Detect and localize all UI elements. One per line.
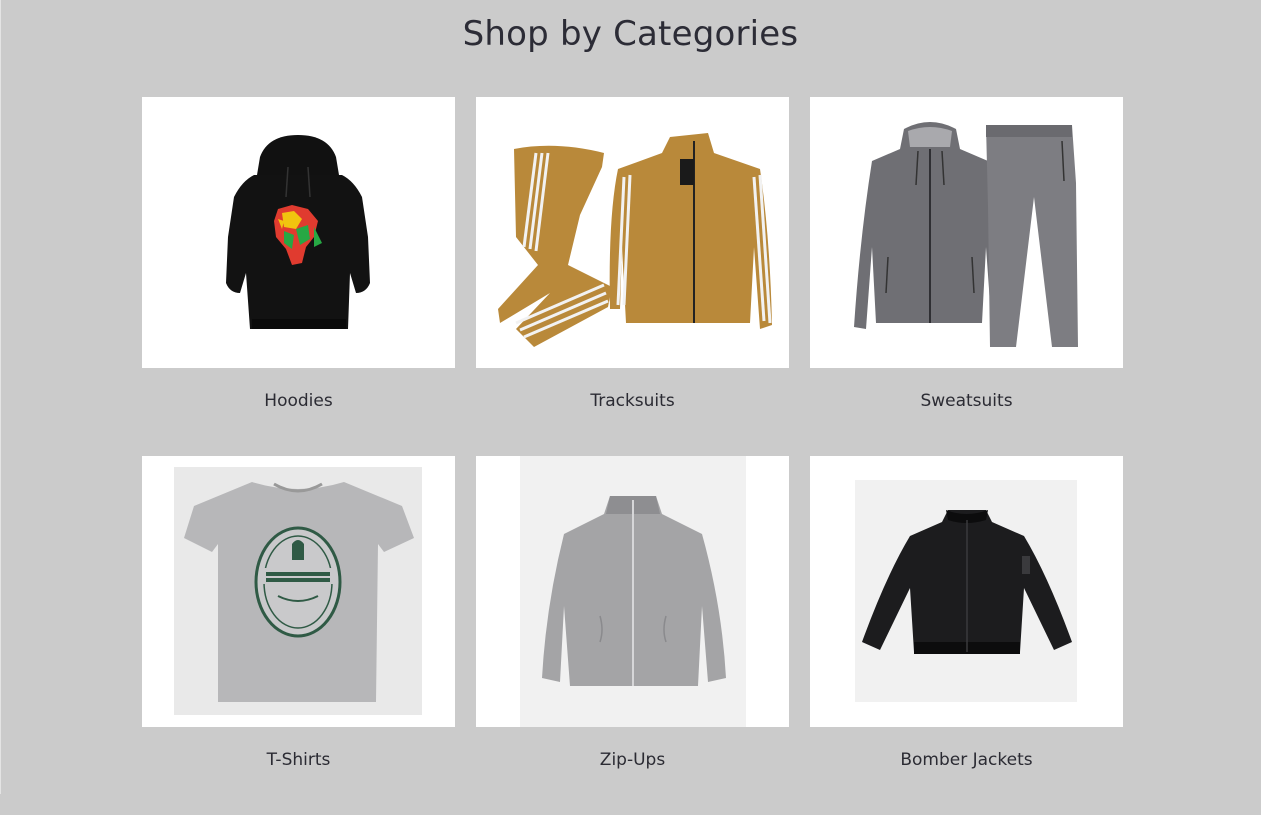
category-card-tracksuits[interactable]: Tracksuits bbox=[476, 97, 789, 456]
category-label-tracksuits[interactable]: Tracksuits bbox=[476, 391, 789, 411]
category-grid: Hoodies Tracksuits Sweatsuits T-Shirts Z… bbox=[142, 97, 1123, 815]
category-image-sweatsuits[interactable] bbox=[810, 97, 1123, 368]
category-card-zip-ups[interactable]: Zip-Ups bbox=[476, 456, 789, 815]
category-label-tshirts[interactable]: T-Shirts bbox=[142, 750, 455, 770]
page-edge bbox=[0, 0, 1, 794]
category-card-tshirts[interactable]: T-Shirts bbox=[142, 456, 455, 815]
zip-up-image bbox=[520, 456, 746, 727]
category-label-sweatsuits[interactable]: Sweatsuits bbox=[810, 391, 1123, 411]
category-image-zip-ups[interactable] bbox=[476, 456, 789, 727]
category-label-zip-ups[interactable]: Zip-Ups bbox=[476, 750, 789, 770]
category-card-sweatsuits[interactable]: Sweatsuits bbox=[810, 97, 1123, 456]
tshirt-image bbox=[174, 467, 422, 715]
hoodie-image bbox=[226, 135, 370, 329]
sweatsuit-image bbox=[854, 122, 1078, 347]
tracksuit-image bbox=[498, 133, 772, 347]
category-image-tshirts[interactable] bbox=[142, 456, 455, 727]
category-card-bomber-jackets[interactable]: Bomber Jackets bbox=[810, 456, 1123, 815]
category-image-bomber-jackets[interactable] bbox=[810, 456, 1123, 727]
category-image-tracksuits[interactable] bbox=[476, 97, 789, 368]
category-image-hoodies[interactable] bbox=[142, 97, 455, 368]
page-title: Shop by Categories bbox=[462, 14, 799, 54]
bomber-jacket-image bbox=[855, 480, 1077, 702]
category-card-hoodies[interactable]: Hoodies bbox=[142, 97, 455, 456]
category-label-hoodies[interactable]: Hoodies bbox=[142, 391, 455, 411]
category-label-bomber-jackets[interactable]: Bomber Jackets bbox=[810, 750, 1123, 770]
